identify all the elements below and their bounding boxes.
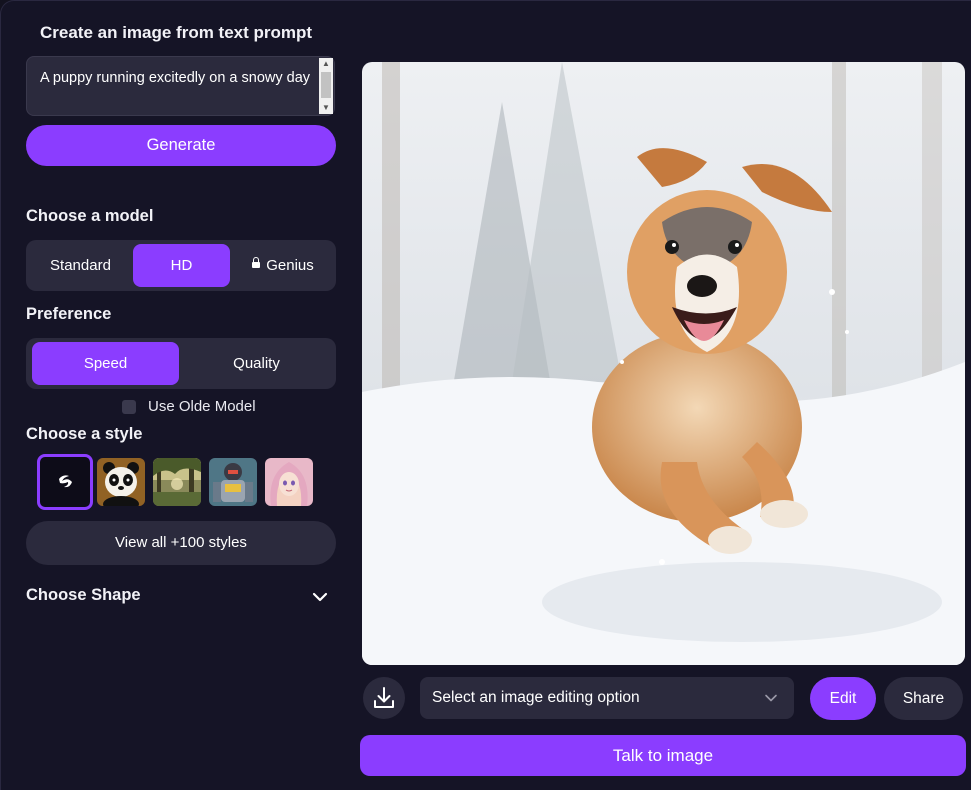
preference-option-quality[interactable]: Quality: [183, 342, 330, 385]
prompt-scrollbar[interactable]: ▲ ▼: [319, 58, 333, 114]
scroll-up-icon[interactable]: ▲: [319, 58, 333, 70]
scroll-down-icon[interactable]: ▼: [319, 102, 333, 114]
prompt-textarea[interactable]: A puppy running excitedly on a snowy day…: [26, 56, 335, 116]
style-thumb-robot[interactable]: [209, 458, 257, 506]
puppy-image: [362, 62, 965, 665]
preference-selector: Speed Quality: [26, 338, 336, 389]
chevron-down-icon: [765, 694, 777, 702]
share-button[interactable]: Share: [884, 677, 963, 720]
generated-image: [362, 62, 965, 665]
image-edit-select-value: Select an image editing option: [432, 689, 640, 706]
model-option-genius-label: Genius: [266, 257, 314, 274]
preference-option-speed[interactable]: Speed: [32, 342, 179, 385]
edit-button[interactable]: Edit: [810, 677, 876, 720]
panda-thumbnail: [97, 458, 145, 506]
prompt-title: Create an image from text prompt: [40, 23, 313, 42]
style-thumb-none[interactable]: [37, 454, 93, 510]
model-selector: Standard HD Genius: [26, 240, 336, 291]
shape-label[interactable]: Choose Shape: [26, 586, 141, 605]
forest-thumbnail: [153, 458, 201, 506]
style-label: Choose a style: [26, 425, 143, 443]
olde-model-label[interactable]: Use Olde Model: [148, 398, 256, 415]
preference-label: Preference: [26, 305, 112, 323]
model-label: Choose a model: [26, 207, 154, 225]
scroll-thumb[interactable]: [321, 72, 331, 98]
lock-icon: [252, 257, 261, 269]
style-thumb-anime[interactable]: [265, 458, 313, 506]
anime-girl-thumbnail: [265, 458, 313, 506]
view-all-styles-button[interactable]: View all +100 styles: [26, 521, 336, 565]
image-edit-select[interactable]: Select an image editing option: [420, 677, 794, 719]
no-style-icon: [59, 475, 72, 488]
download-icon: [374, 687, 394, 708]
app-frame: Create an image from text prompt A puppy…: [0, 0, 971, 790]
model-option-genius[interactable]: Genius: [234, 244, 332, 287]
robot-thumbnail: [209, 458, 257, 506]
generate-button[interactable]: Generate: [26, 125, 336, 166]
olde-model-checkbox[interactable]: [122, 400, 136, 414]
style-thumb-panda[interactable]: [97, 458, 145, 506]
model-option-hd[interactable]: HD: [133, 244, 230, 287]
style-thumb-forest[interactable]: [153, 458, 201, 506]
prompt-text[interactable]: A puppy running excitedly on a snowy day: [40, 69, 315, 88]
model-option-standard[interactable]: Standard: [32, 244, 129, 287]
talk-to-image-button[interactable]: Talk to image: [360, 735, 966, 776]
chevron-down-icon[interactable]: [312, 589, 328, 605]
download-button[interactable]: [363, 677, 405, 719]
